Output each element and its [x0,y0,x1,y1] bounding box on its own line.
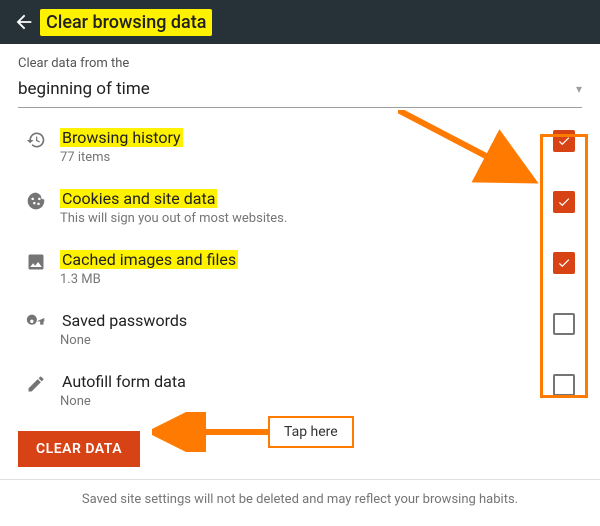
list-item-checkbox[interactable] [546,250,582,274]
image-icon [18,250,54,272]
timerange-label: Clear data from the [18,56,582,71]
list-item-title: Cookies and site data [60,189,217,208]
pencil-icon [18,372,54,394]
history-icon [18,128,54,150]
list-item-checkbox[interactable] [546,128,582,152]
list-item-text: Cached images and files 1.3 MB [54,250,546,287]
check-icon [557,134,571,148]
timerange-value: beginning of time [18,79,150,99]
list-item[interactable]: Browsing history 77 items [18,118,582,179]
check-icon [557,256,571,270]
page-title: Clear browsing data [40,9,212,36]
list-item-checkbox[interactable] [546,311,582,335]
timerange-select[interactable]: beginning of time ▾ [18,73,582,108]
timerange-section: Clear data from the beginning of time ▾ [0,44,600,114]
list-item-text: Cookies and site data This will sign you … [54,189,546,226]
list-item[interactable]: Cookies and site data This will sign you … [18,179,582,240]
list-item[interactable]: Saved passwords None [18,301,582,362]
back-arrow-icon[interactable] [8,6,40,38]
list-item-subtitle: 77 items [60,150,540,165]
action-bar: CLEAR DATA [0,423,600,480]
list-item[interactable]: Autofill form data None [18,362,582,423]
app-bar: Clear browsing data [0,0,600,44]
list-item-title: Cached images and files [60,250,238,269]
caret-down-icon: ▾ [576,82,582,96]
list-item-text: Autofill form data None [54,372,546,409]
list-item-subtitle: None [60,333,540,348]
list-item-checkbox[interactable] [546,372,582,396]
list-item-subtitle: This will sign you out of most websites. [60,211,540,226]
list-item-subtitle: 1.3 MB [60,272,540,287]
list-item-title: Saved passwords [60,311,189,330]
list-item-title: Autofill form data [60,372,188,391]
list-item-checkbox[interactable] [546,189,582,213]
list-item-subtitle: None [60,394,540,409]
list-item-title: Browsing history [60,128,183,147]
list-item[interactable]: Cached images and files 1.3 MB [18,240,582,301]
clear-data-button[interactable]: CLEAR DATA [18,431,140,467]
check-icon [557,195,571,209]
cookie-icon [18,189,54,211]
list-item-text: Saved passwords None [54,311,546,348]
list-item-text: Browsing history 77 items [54,128,546,165]
key-icon [18,311,54,333]
data-type-list: Browsing history 77 items Cookies and site… [0,114,600,423]
footer-note: Saved site settings will not be deleted … [0,480,600,519]
